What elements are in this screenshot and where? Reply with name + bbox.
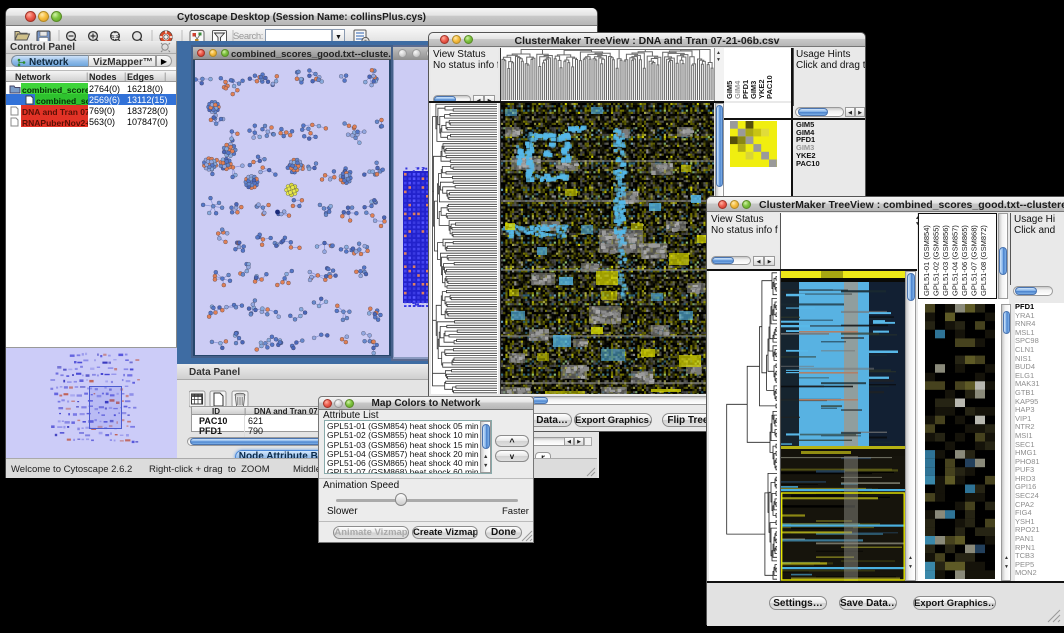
svg-text:PAC10: PAC10 — [765, 75, 774, 99]
svg-text:GPL51-03 (GSM856): GPL51-03 (GSM856) — [941, 225, 950, 296]
svg-text:GPL51-02 (GSM855): GPL51-02 (GSM855) — [932, 225, 941, 296]
svg-text:GPL51-04 (GSM857): GPL51-04 (GSM857) — [951, 225, 960, 296]
svg-text:GPL51-07 (GSM868): GPL51-07 (GSM868) — [970, 225, 979, 296]
svg-text:GPL51-01 (GSM854): GPL51-01 (GSM854) — [922, 225, 931, 296]
svg-text:GPL51-08 (GSM872): GPL51-08 (GSM872) — [979, 225, 988, 296]
svg-text:1:1: 1:1 — [112, 34, 119, 39]
svg-text:GPL51-06 (GSM865): GPL51-06 (GSM865) — [960, 225, 969, 296]
